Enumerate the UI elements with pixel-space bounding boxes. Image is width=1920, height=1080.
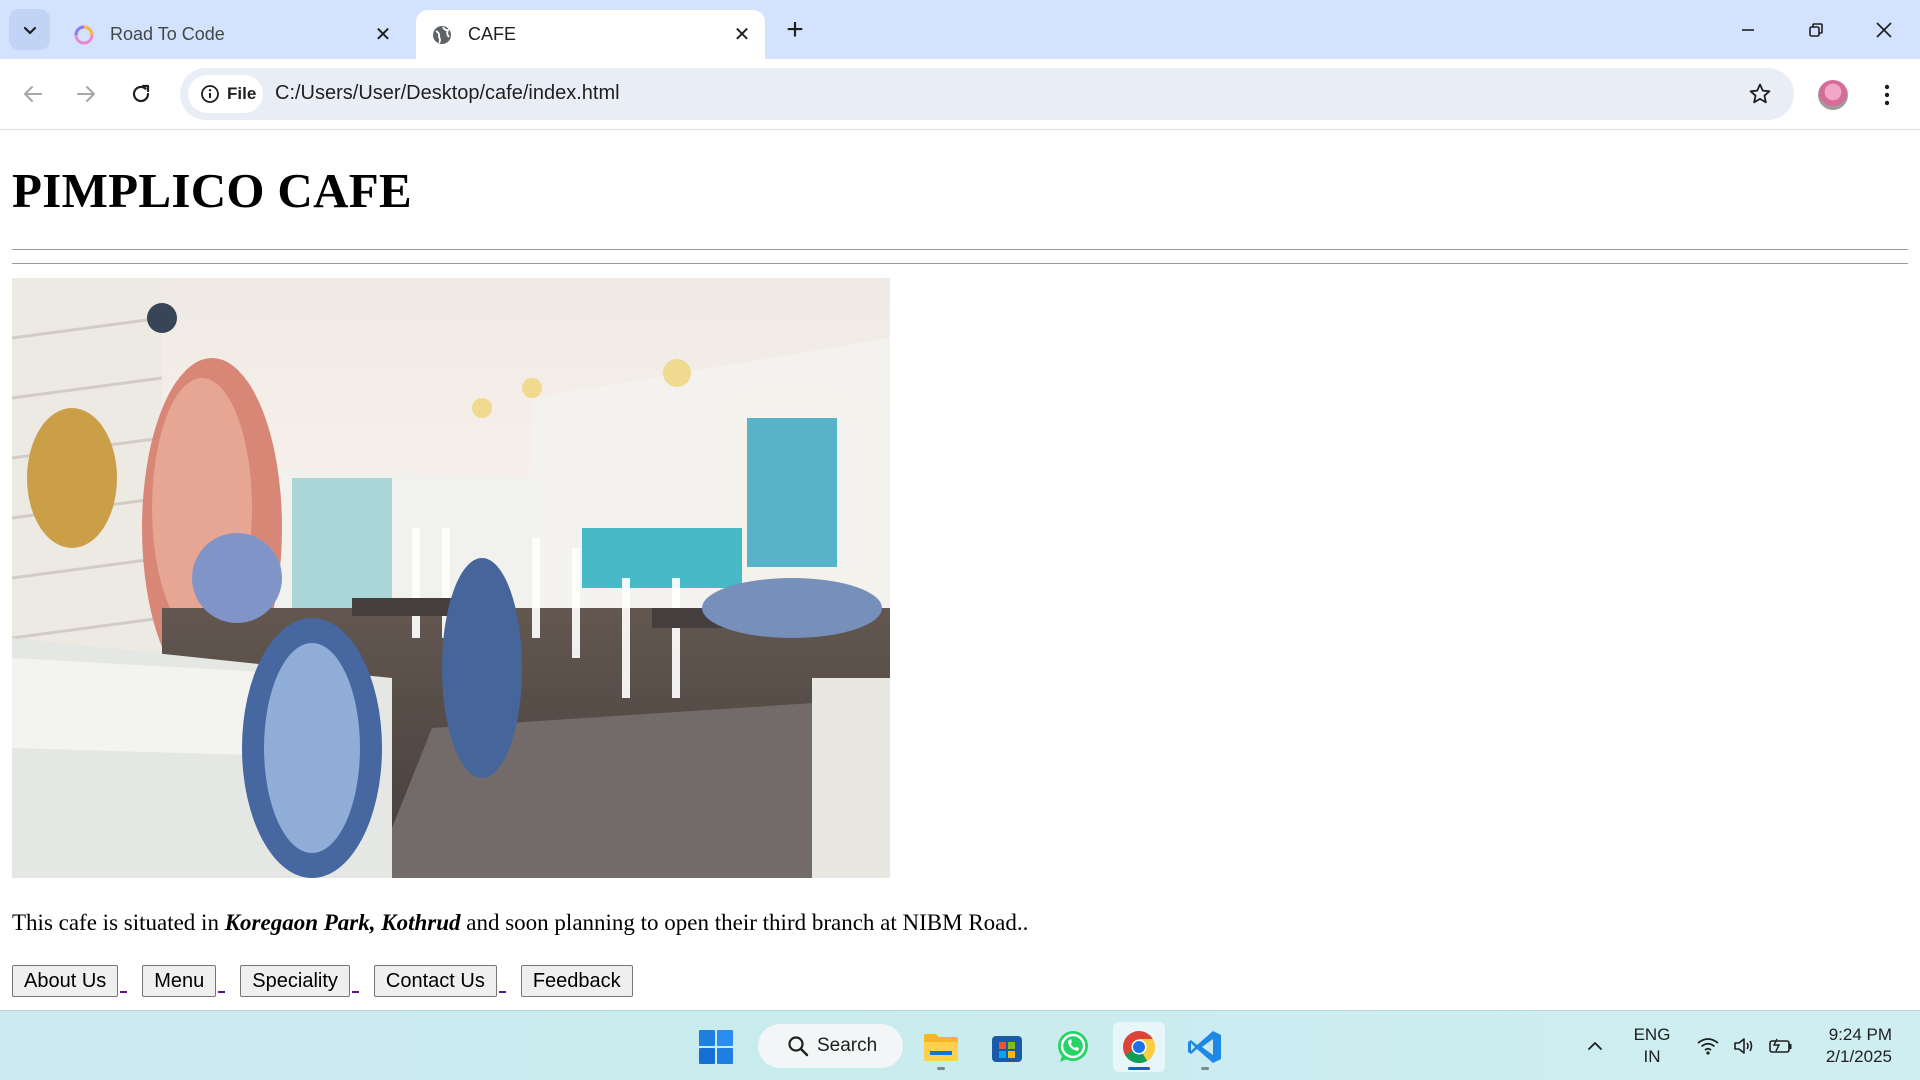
location-emphasis: Koregaon Park, Kothrud bbox=[224, 910, 461, 935]
start-button[interactable] bbox=[690, 1022, 742, 1072]
site-info-chip[interactable]: File bbox=[188, 75, 263, 113]
back-button[interactable] bbox=[13, 74, 53, 114]
forward-arrow-icon bbox=[77, 86, 95, 102]
close-window-button[interactable] bbox=[1850, 0, 1918, 59]
web-page: PIMPLICO CAFE This cafe is situated in K… bbox=[0, 130, 1920, 1010]
microsoft-store-button[interactable] bbox=[981, 1022, 1033, 1072]
search-icon bbox=[788, 1036, 809, 1057]
menu-button[interactable]: Menu bbox=[142, 965, 217, 997]
tab-strip: Road To Code ✕ CAFE ✕ + bbox=[0, 0, 1920, 59]
running-indicator bbox=[937, 1067, 945, 1070]
horizontal-rule bbox=[12, 249, 1908, 250]
forward-button[interactable] bbox=[66, 74, 106, 114]
minimize-button[interactable] bbox=[1714, 0, 1782, 59]
system-status-area[interactable] bbox=[1690, 1011, 1800, 1080]
close-icon bbox=[1876, 21, 1892, 38]
close-tab-icon[interactable]: ✕ bbox=[727, 20, 757, 50]
whatsapp-icon bbox=[1058, 1031, 1088, 1062]
contact-us-button[interactable]: Contact Us bbox=[373, 965, 497, 997]
language-line1: ENG bbox=[1633, 1025, 1671, 1044]
tab-cafe[interactable]: CAFE ✕ bbox=[416, 10, 765, 59]
info-icon bbox=[201, 85, 219, 103]
tab-title: CAFE bbox=[468, 24, 517, 44]
site-info-label: File bbox=[227, 84, 257, 103]
link-underline[interactable] bbox=[216, 965, 240, 997]
link-underline[interactable] bbox=[118, 965, 142, 997]
taskbar: Search ENG IN 9:24 PM 2/1/2025 bbox=[0, 1010, 1920, 1080]
chrome-icon bbox=[1123, 1031, 1156, 1064]
restore-icon bbox=[1809, 22, 1823, 37]
speciality-button[interactable]: Speciality bbox=[240, 965, 350, 997]
clock-time: 9:24 PM bbox=[1828, 1025, 1892, 1044]
show-hidden-icons-button[interactable] bbox=[1575, 1011, 1615, 1080]
taskbar-search[interactable]: Search bbox=[758, 1024, 903, 1068]
more-vertical-icon bbox=[1884, 84, 1890, 106]
chrome-button[interactable] bbox=[1113, 1022, 1165, 1072]
link-underline[interactable] bbox=[350, 965, 374, 997]
star-icon bbox=[1749, 83, 1771, 104]
url-text[interactable]: C:/Users/User/Desktop/cafe/index.html bbox=[275, 82, 620, 105]
language-line2: IN bbox=[1643, 1047, 1661, 1066]
nav-button-row: About Us Menu Speciality Contact Us Feed… bbox=[12, 965, 633, 997]
back-arrow-icon bbox=[24, 86, 42, 102]
cafe-description: This cafe is situated in Koregaon Park, … bbox=[12, 910, 1028, 936]
tab-search-button[interactable] bbox=[9, 9, 50, 50]
link-underline[interactable] bbox=[497, 965, 521, 997]
road-to-code-favicon-icon bbox=[72, 23, 96, 47]
tab-title: Road To Code bbox=[110, 24, 225, 44]
new-tab-button[interactable]: + bbox=[777, 12, 813, 48]
clock-date: 2/1/2025 bbox=[1825, 1047, 1892, 1066]
close-tab-icon[interactable]: ✕ bbox=[368, 20, 398, 50]
about-us-button[interactable]: About Us bbox=[12, 965, 119, 997]
restore-button[interactable] bbox=[1782, 0, 1850, 59]
tab-road-to-code[interactable]: Road To Code ✕ bbox=[58, 10, 406, 59]
page-title: PIMPLICO CAFE bbox=[12, 163, 412, 218]
store-icon bbox=[992, 1036, 1022, 1062]
language-indicator[interactable]: ENG IN bbox=[1622, 1011, 1682, 1080]
clock[interactable]: 9:24 PM 2/1/2025 bbox=[1806, 1011, 1906, 1080]
file-explorer-button[interactable] bbox=[915, 1022, 967, 1072]
search-label: Search bbox=[817, 1035, 878, 1056]
globe-icon bbox=[430, 23, 454, 47]
bookmark-button[interactable] bbox=[1746, 80, 1774, 108]
active-indicator bbox=[1128, 1067, 1150, 1070]
running-indicator bbox=[1201, 1067, 1209, 1070]
reload-button[interactable] bbox=[121, 74, 161, 114]
reload-icon bbox=[132, 84, 150, 103]
description-text: and soon planning to open their third br… bbox=[460, 910, 1029, 935]
minimize-icon bbox=[1742, 28, 1754, 31]
folder-icon bbox=[924, 1034, 958, 1061]
profile-avatar[interactable] bbox=[1818, 80, 1848, 110]
cafe-interior-image bbox=[12, 278, 890, 878]
vscode-icon bbox=[1188, 1031, 1221, 1063]
address-bar[interactable]: File C:/Users/User/Desktop/cafe/index.ht… bbox=[180, 68, 1794, 120]
volume-icon bbox=[1734, 1038, 1753, 1054]
wifi-icon bbox=[1697, 1038, 1719, 1055]
windows-logo-icon bbox=[699, 1030, 733, 1064]
feedback-button[interactable]: Feedback bbox=[520, 965, 633, 997]
horizontal-rule bbox=[12, 263, 1908, 264]
description-text: This cafe is situated in bbox=[12, 910, 225, 935]
browser-toolbar: File C:/Users/User/Desktop/cafe/index.ht… bbox=[0, 59, 1920, 130]
chevron-down-icon bbox=[23, 26, 36, 34]
vscode-button[interactable] bbox=[1179, 1022, 1231, 1072]
chevron-up-icon bbox=[1588, 1042, 1602, 1050]
battery-icon bbox=[1769, 1038, 1792, 1053]
browser-menu-button[interactable] bbox=[1872, 75, 1902, 115]
whatsapp-button[interactable] bbox=[1047, 1022, 1099, 1072]
